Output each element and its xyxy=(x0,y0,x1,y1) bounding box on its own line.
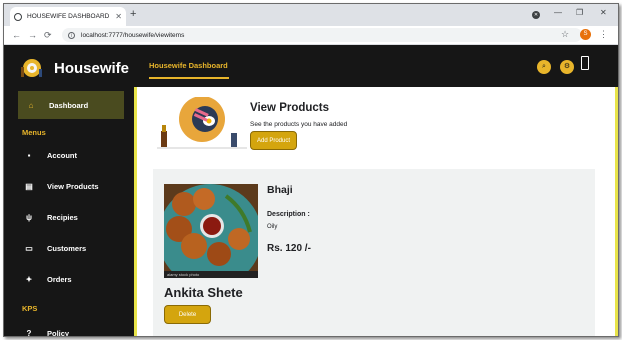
sidebar-item-label: Recipies xyxy=(47,212,78,222)
sidebar-item-customers[interactable]: ▭ Customers xyxy=(4,236,134,260)
minimize-icon[interactable]: — xyxy=(554,8,562,18)
profile-avatar[interactable]: S xyxy=(580,29,591,40)
tab-strip: HOUSEWIFE DASHBOARD ✕ + ✕ — ❐ ✕ xyxy=(4,4,618,26)
brand-logo xyxy=(18,55,44,81)
restore-icon[interactable]: ❐ xyxy=(576,8,583,18)
page-subtitle: See the products you have added xyxy=(250,121,348,128)
brand[interactable]: Housewife xyxy=(18,55,129,81)
sidebar-item-orders[interactable]: ✦ Orders xyxy=(4,267,134,291)
search-icon[interactable]: ⌕ xyxy=(537,60,551,74)
document-icon: ▤ xyxy=(25,181,33,191)
product-card: alamy stock photo Bhaji Description : Oi… xyxy=(153,169,595,336)
browser-window: HOUSEWIFE DASHBOARD ✕ + ✕ — ❐ ✕ ← → ⟳ i … xyxy=(3,3,619,337)
site-info-icon[interactable]: i xyxy=(68,31,75,39)
sidebar-item-label: Policy xyxy=(47,328,70,337)
sidebar-item-recipies[interactable]: ψ Recipies xyxy=(4,205,134,229)
active-underline xyxy=(149,77,229,79)
back-icon[interactable]: ← xyxy=(12,29,21,41)
url-text: localhost:7777/housewife/viewitems xyxy=(81,31,185,39)
app-root: Housewife ⌂ Dashboard Menus ▪ Account ▤ … xyxy=(4,45,618,337)
sidebar-item-label: Dashboard xyxy=(49,100,89,110)
add-product-button[interactable]: Add Product xyxy=(250,131,297,150)
sidebar: Housewife ⌂ Dashboard Menus ▪ Account ▤ … xyxy=(4,45,134,337)
product-owner: Ankita Shete xyxy=(164,285,243,300)
close-tab-icon[interactable]: ✕ xyxy=(115,12,122,21)
tab-title: HOUSEWIFE DASHBOARD xyxy=(27,13,110,20)
image-caption: alamy stock photo xyxy=(164,271,258,278)
sidebar-item-label: View Products xyxy=(47,181,99,191)
product-description: Oily xyxy=(267,224,278,230)
url-field[interactable]: i localhost:7777/housewife/viewitems xyxy=(62,28,582,42)
product-name: Bhaji xyxy=(267,184,293,196)
utensils-icon: ψ xyxy=(25,212,33,222)
sidebar-item-account[interactable]: ▪ Account xyxy=(4,143,134,167)
globe-icon xyxy=(14,12,22,21)
mobile-icon[interactable] xyxy=(581,56,589,70)
handshake-icon: ✦ xyxy=(25,274,33,284)
page-title: View Products xyxy=(250,102,330,114)
description-label: Description : xyxy=(267,211,310,218)
reload-icon[interactable]: ⟳ xyxy=(44,29,52,41)
browser-menu-icon[interactable]: ⋮ xyxy=(599,29,608,40)
topbar: Housewife Dashboard ⌕ ⚙ xyxy=(134,45,618,87)
section-heading-kps: KPS xyxy=(22,304,38,313)
main-content: View Products See the products you have … xyxy=(134,87,618,336)
address-bar: ← → ⟳ i localhost:7777/housewife/viewite… xyxy=(4,26,618,45)
home-icon: ⌂ xyxy=(28,100,34,110)
sidebar-item-view-products[interactable]: ▤ View Products xyxy=(4,174,134,198)
sidebar-item-dashboard[interactable]: ⌂ Dashboard xyxy=(18,91,124,119)
sidebar-item-label: Account xyxy=(47,150,77,160)
bookmark-star-icon[interactable]: ☆ xyxy=(561,29,569,40)
close-window-icon[interactable]: ✕ xyxy=(600,8,607,18)
new-tab-button[interactable]: + xyxy=(130,8,136,20)
brand-name: Housewife xyxy=(54,59,130,77)
sidebar-item-label: Orders xyxy=(47,274,72,284)
topbar-title[interactable]: Housewife Dashboard xyxy=(149,61,228,70)
product-price: Rs. 120 /- xyxy=(267,243,311,254)
delete-button[interactable]: Delete xyxy=(164,305,211,324)
sidebar-item-label: Customers xyxy=(47,243,87,253)
folder-icon: ▭ xyxy=(25,243,33,253)
product-image: alamy stock photo xyxy=(164,184,258,278)
media-icon[interactable]: ✕ xyxy=(532,11,540,19)
hero-illustration xyxy=(157,96,247,157)
section-heading-menus: Menus xyxy=(22,128,46,137)
forward-icon[interactable]: → xyxy=(28,29,37,41)
question-icon: ? xyxy=(26,328,32,337)
lock-icon: ▪ xyxy=(27,150,31,160)
settings-icon[interactable]: ⚙ xyxy=(560,60,574,74)
sidebar-item-policy[interactable]: ? Policy xyxy=(4,321,134,337)
browser-tab[interactable]: HOUSEWIFE DASHBOARD ✕ xyxy=(10,7,126,26)
